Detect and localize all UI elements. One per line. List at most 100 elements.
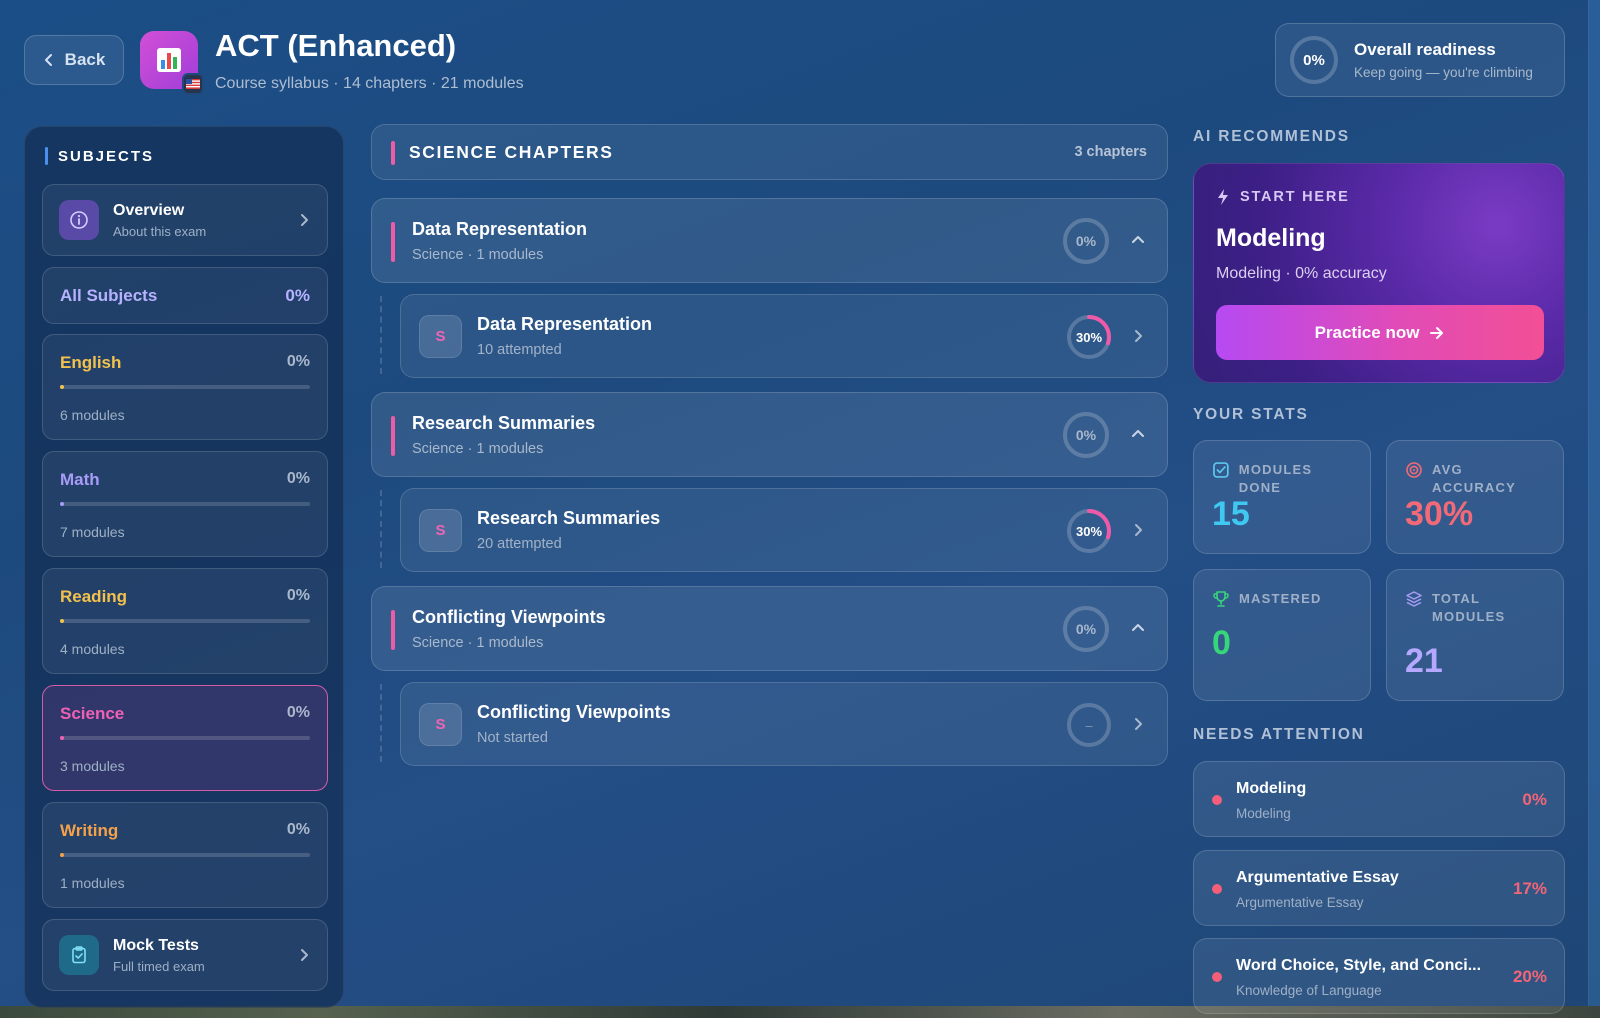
subject-item-writing[interactable]: Writing 0% 1 modules bbox=[42, 802, 328, 908]
module-meta: 10 attempted bbox=[477, 342, 562, 358]
attention-item[interactable]: Modeling Modeling 0% bbox=[1193, 761, 1565, 837]
chapter-meta: Science · 1 modules bbox=[412, 247, 544, 263]
module-row[interactable]: S Research Summaries 20 attempted 30% bbox=[400, 488, 1168, 572]
stat-value: 21 bbox=[1405, 642, 1443, 680]
stat-label: MASTERED bbox=[1239, 591, 1322, 606]
window-edge bbox=[1588, 0, 1600, 1018]
mock-tests-nav-item[interactable]: Mock Tests Full timed exam bbox=[42, 919, 328, 991]
module-progress-ring: – bbox=[1065, 701, 1113, 749]
subject-percent: 0% bbox=[286, 821, 310, 838]
chapter-percent: 0% bbox=[1075, 621, 1097, 637]
subject-progress-bar bbox=[60, 385, 310, 389]
module-percent: – bbox=[1085, 717, 1093, 733]
subject-progress-bar bbox=[60, 736, 310, 740]
all-subjects-label: All Subjects bbox=[60, 286, 158, 305]
subject-module-count: 4 modules bbox=[60, 641, 125, 657]
subject-module-count: 1 modules bbox=[60, 875, 125, 891]
us-flag-icon bbox=[182, 73, 204, 95]
subject-progress-bar bbox=[60, 619, 310, 623]
module-meta: Not started bbox=[477, 730, 548, 746]
all-subjects-percent: 0% bbox=[285, 286, 310, 305]
subject-item-english[interactable]: English 0% 6 modules bbox=[42, 334, 328, 440]
clipboard-check-icon bbox=[59, 935, 99, 975]
readiness-subtitle: Keep going — you're climbing bbox=[1354, 65, 1533, 80]
back-label: Back bbox=[64, 50, 106, 69]
section-chapter-count: 3 chapters bbox=[1074, 144, 1147, 160]
subject-name: English bbox=[60, 353, 122, 372]
app-logo bbox=[140, 31, 204, 95]
stat-value: 15 bbox=[1212, 495, 1250, 533]
subject-name: Writing bbox=[60, 821, 119, 840]
chapter-percent: 0% bbox=[1075, 233, 1097, 249]
overview-subtitle: About this exam bbox=[113, 223, 207, 239]
chapter-meta: Science · 1 modules bbox=[412, 441, 544, 457]
chapter-name: Data Representation bbox=[412, 219, 588, 239]
module-percent: 30% bbox=[1075, 523, 1103, 539]
attention-item[interactable]: Word Choice, Style, and Conci... Knowled… bbox=[1193, 938, 1565, 1014]
subject-badge: S bbox=[419, 509, 462, 552]
subjects-heading: SUBJECTS bbox=[45, 147, 154, 165]
subject-name: Math bbox=[60, 470, 100, 489]
stat-label: TOTAL MODULES bbox=[1432, 591, 1506, 624]
your-stats-heading: YOUR STATS bbox=[1193, 406, 1309, 423]
readiness-title: Overall readiness bbox=[1354, 40, 1496, 59]
bar-chart-icon bbox=[157, 48, 181, 72]
practice-now-button[interactable]: Practice now bbox=[1216, 305, 1544, 360]
module-name: Conflicting Viewpoints bbox=[477, 702, 671, 722]
subject-item-reading[interactable]: Reading 0% 4 modules bbox=[42, 568, 328, 674]
subject-percent: 0% bbox=[286, 587, 310, 604]
status-dot bbox=[1212, 972, 1222, 982]
subject-item-science[interactable]: Science 0% 3 modules bbox=[42, 685, 328, 791]
attention-percent: 20% bbox=[1512, 967, 1547, 986]
tree-connector bbox=[380, 490, 382, 568]
overview-nav-item[interactable]: Overview About this exam bbox=[42, 184, 328, 256]
subject-module-count: 7 modules bbox=[60, 524, 125, 540]
attention-percent: 0% bbox=[1522, 790, 1547, 809]
recommendation-title: Modeling bbox=[1216, 224, 1326, 252]
subject-item-math[interactable]: Math 0% 7 modules bbox=[42, 451, 328, 557]
module-row[interactable]: S Data Representation 10 attempted 30% bbox=[400, 294, 1168, 378]
subject-percent: 0% bbox=[286, 353, 310, 370]
attention-name: Word Choice, Style, and Conci... bbox=[1236, 957, 1482, 974]
attention-subtitle: Modeling bbox=[1236, 806, 1291, 821]
subject-progress-bar bbox=[60, 502, 310, 506]
chapter-name: Research Summaries bbox=[412, 413, 596, 433]
chapter-header[interactable]: Data Representation Science · 1 modules … bbox=[371, 198, 1168, 283]
stat-label: AVG ACCURACY bbox=[1431, 462, 1516, 495]
module-name: Data Representation bbox=[477, 314, 653, 334]
subject-percent: 0% bbox=[286, 704, 310, 721]
back-button[interactable]: Back bbox=[24, 35, 124, 85]
overall-readiness-card: 0% Overall readiness Keep going — you're… bbox=[1275, 23, 1565, 97]
attention-item[interactable]: Argumentative Essay Argumentative Essay … bbox=[1193, 850, 1565, 926]
overview-title: Overview bbox=[113, 201, 185, 219]
subject-badge: S bbox=[419, 315, 462, 358]
attention-subtitle: Knowledge of Language bbox=[1236, 983, 1382, 998]
readiness-value: 0% bbox=[1303, 51, 1325, 69]
stat-value: 0 bbox=[1212, 624, 1231, 662]
chevron-right-icon bbox=[301, 214, 308, 226]
chevron-up-icon[interactable] bbox=[1131, 234, 1145, 244]
all-subjects-item[interactable]: All Subjects 0% bbox=[42, 267, 328, 324]
chevron-left-icon bbox=[44, 54, 52, 66]
subject-module-count: 6 modules bbox=[60, 407, 125, 423]
stat-mastered: MASTERED 0 bbox=[1193, 569, 1371, 701]
chapter-progress-ring: 0% bbox=[1061, 604, 1111, 654]
chapter-header[interactable]: Research Summaries Science · 1 modules 0… bbox=[371, 392, 1168, 477]
subject-badge: S bbox=[419, 703, 462, 746]
chevron-up-icon[interactable] bbox=[1131, 428, 1145, 438]
subject-name: Science bbox=[60, 704, 125, 723]
page-subtitle: Course syllabus · 14 chapters · 21 modul… bbox=[215, 75, 524, 92]
subjects-heading-label: SUBJECTS bbox=[58, 147, 155, 165]
tree-connector bbox=[380, 296, 382, 374]
chapter-header[interactable]: Conflicting Viewpoints Science · 1 modul… bbox=[371, 586, 1168, 671]
chevron-up-icon[interactable] bbox=[1131, 622, 1145, 632]
lightning-icon bbox=[1218, 189, 1228, 205]
attention-name: Argumentative Essay bbox=[1236, 869, 1399, 886]
subject-name: Reading bbox=[60, 587, 128, 606]
attention-subtitle: Argumentative Essay bbox=[1236, 895, 1364, 910]
subject-percent: 0% bbox=[286, 470, 310, 487]
module-progress-ring: 30% bbox=[1065, 507, 1113, 555]
chevron-right-icon bbox=[1135, 718, 1142, 730]
module-row[interactable]: S Conflicting Viewpoints Not started – bbox=[400, 682, 1168, 766]
start-here-label: START HERE bbox=[1240, 189, 1350, 205]
